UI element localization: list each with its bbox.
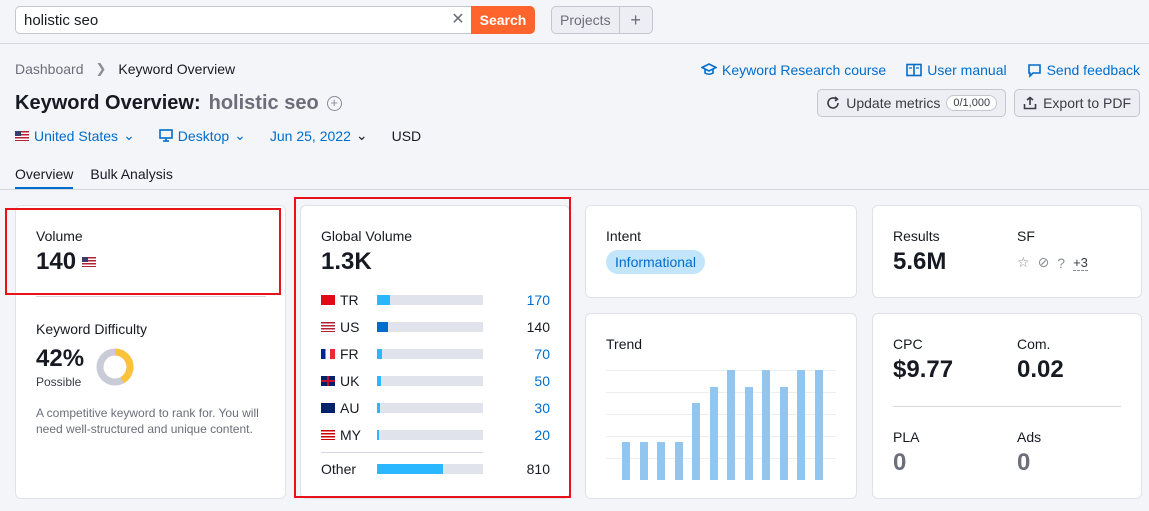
pla-value: 0 bbox=[893, 449, 907, 476]
trend-bar[interactable] bbox=[744, 386, 753, 480]
keyword-research-course-label: Keyword Research course bbox=[722, 62, 887, 78]
user-manual-link[interactable]: User manual bbox=[906, 62, 1007, 78]
sf-more-button[interactable]: +3 bbox=[1073, 255, 1088, 271]
book-icon bbox=[906, 63, 923, 77]
trend-chart bbox=[620, 370, 830, 480]
date-selector[interactable]: Jun 25, 2022 ⌄ bbox=[270, 127, 368, 144]
us-flag-icon bbox=[15, 130, 29, 141]
com-label: Com. bbox=[1017, 336, 1051, 352]
graduation-cap-icon bbox=[701, 63, 718, 76]
page-title-keyword: holistic seo bbox=[208, 92, 319, 114]
country-label: United States bbox=[34, 127, 119, 144]
trend-card: Trend bbox=[585, 313, 857, 499]
results-label: Results bbox=[893, 228, 940, 244]
tab-overview[interactable]: Overview bbox=[15, 166, 74, 189]
kd-description: A competitive keyword to rank for. You w… bbox=[36, 406, 259, 436]
trend-bar[interactable] bbox=[727, 370, 735, 480]
kd-donut bbox=[96, 348, 134, 386]
intent-badge: Informational bbox=[606, 250, 705, 274]
send-feedback-label: Send feedback bbox=[1046, 62, 1140, 78]
search-input[interactable] bbox=[15, 6, 471, 34]
trend-bar[interactable] bbox=[657, 441, 665, 480]
breadcrumb-dashboard[interactable]: Dashboard bbox=[15, 61, 84, 77]
cpc-label: CPC bbox=[893, 336, 923, 352]
results-card: Results 5.6M SF ☆ ⊘ ? +3 bbox=[872, 205, 1142, 298]
export-pdf-button[interactable]: Export to PDF bbox=[1014, 89, 1140, 117]
trend-bar[interactable] bbox=[709, 386, 718, 480]
trend-bar[interactable] bbox=[639, 441, 648, 480]
projects-button[interactable]: Projects bbox=[552, 7, 620, 33]
cpc-card: CPC $9.77 Com. 0.02 PLA 0 Ads 0 bbox=[872, 313, 1142, 499]
search-form: ✕ Search bbox=[15, 6, 535, 34]
chevron-down-icon: ⌄ bbox=[234, 127, 246, 143]
trend-label: Trend bbox=[606, 336, 643, 352]
ads-label: Ads bbox=[1017, 429, 1042, 445]
trend-bar[interactable] bbox=[674, 441, 683, 480]
update-metrics-label: Update metrics bbox=[846, 95, 941, 111]
kd-level: Possible bbox=[36, 375, 82, 389]
filters-bar: United States ⌄ Desktop ⌄ Jun 25, 2022 ⌄… bbox=[15, 127, 421, 144]
ads-value: 0 bbox=[1017, 449, 1031, 476]
global-volume-highlight bbox=[294, 197, 571, 498]
com-value: 0.02 bbox=[1017, 356, 1064, 383]
refresh-icon bbox=[827, 96, 840, 109]
trend-bar[interactable] bbox=[814, 370, 823, 480]
update-metrics-button[interactable]: Update metrics 0/1,000 bbox=[817, 89, 1007, 117]
cpc-value: $9.77 bbox=[893, 356, 954, 383]
tabs-divider bbox=[0, 189, 1149, 190]
country-selector[interactable]: United States ⌄ bbox=[15, 127, 135, 144]
chevron-down-icon: ⌄ bbox=[123, 127, 135, 143]
intent-label: Intent bbox=[606, 228, 642, 244]
add-keyword-icon[interactable]: + bbox=[326, 96, 342, 111]
chevron-down-icon: ⌄ bbox=[355, 127, 368, 143]
desktop-icon bbox=[158, 129, 173, 142]
volume-highlight bbox=[5, 208, 281, 295]
device-selector[interactable]: Desktop ⌄ bbox=[158, 127, 246, 144]
trend-bar[interactable] bbox=[762, 370, 770, 480]
device-label: Desktop bbox=[177, 127, 230, 144]
intent-card: Intent Informational bbox=[585, 205, 857, 298]
star-icon: ☆ bbox=[1017, 254, 1030, 270]
help-links: Keyword Research course User manual Send… bbox=[701, 62, 1140, 78]
view-tabs: Overview Bulk Analysis bbox=[15, 166, 173, 189]
tab-bulk-analysis[interactable]: Bulk Analysis bbox=[90, 166, 172, 189]
page-title-prefix: Keyword Overview: bbox=[15, 92, 201, 114]
currency-label: USD bbox=[391, 127, 422, 144]
projects-control: Projects + bbox=[551, 6, 653, 34]
clear-search-icon[interactable]: ✕ bbox=[449, 10, 467, 30]
results-value: 5.6M bbox=[893, 248, 947, 275]
breadcrumb-current: Keyword Overview bbox=[118, 61, 236, 77]
keyword-research-course-link[interactable]: Keyword Research course bbox=[701, 62, 886, 78]
trend-bar[interactable] bbox=[692, 403, 700, 480]
user-manual-label: User manual bbox=[927, 62, 1007, 78]
pla-label: PLA bbox=[893, 429, 920, 445]
export-pdf-label: Export to PDF bbox=[1043, 95, 1131, 111]
breadcrumb: Dashboard ❯ Keyword Overview bbox=[15, 61, 235, 77]
trend-bar[interactable] bbox=[622, 441, 630, 480]
send-feedback-link[interactable]: Send feedback bbox=[1027, 62, 1140, 78]
add-project-button[interactable]: + bbox=[620, 7, 652, 33]
link-icon: ⊘ bbox=[1037, 254, 1050, 270]
sf-label: SF bbox=[1017, 228, 1035, 244]
kd-label: Keyword Difficulty bbox=[36, 321, 148, 337]
trend-bar[interactable] bbox=[797, 370, 805, 480]
trend-bar[interactable] bbox=[779, 386, 788, 480]
question-icon: ? bbox=[1057, 254, 1066, 271]
header-actions: Update metrics 0/1,000 Export to PDF bbox=[817, 89, 1140, 117]
update-metrics-counter: 0/1,000 bbox=[946, 95, 998, 111]
divider bbox=[36, 296, 266, 297]
export-icon bbox=[1023, 96, 1037, 110]
search-button[interactable]: Search bbox=[471, 6, 535, 34]
divider bbox=[893, 406, 1121, 407]
date-label: Jun 25, 2022 bbox=[269, 127, 351, 144]
chat-bubble-icon bbox=[1027, 63, 1041, 78]
chevron-right-icon: ❯ bbox=[95, 61, 107, 76]
kd-value: 42% bbox=[36, 345, 85, 372]
page-title: Keyword Overview: holistic seo + bbox=[15, 92, 342, 115]
top-bar: ✕ Search Projects + bbox=[0, 0, 1149, 44]
kd-block: Keyword Difficulty 42% Possible A compet… bbox=[36, 321, 264, 437]
